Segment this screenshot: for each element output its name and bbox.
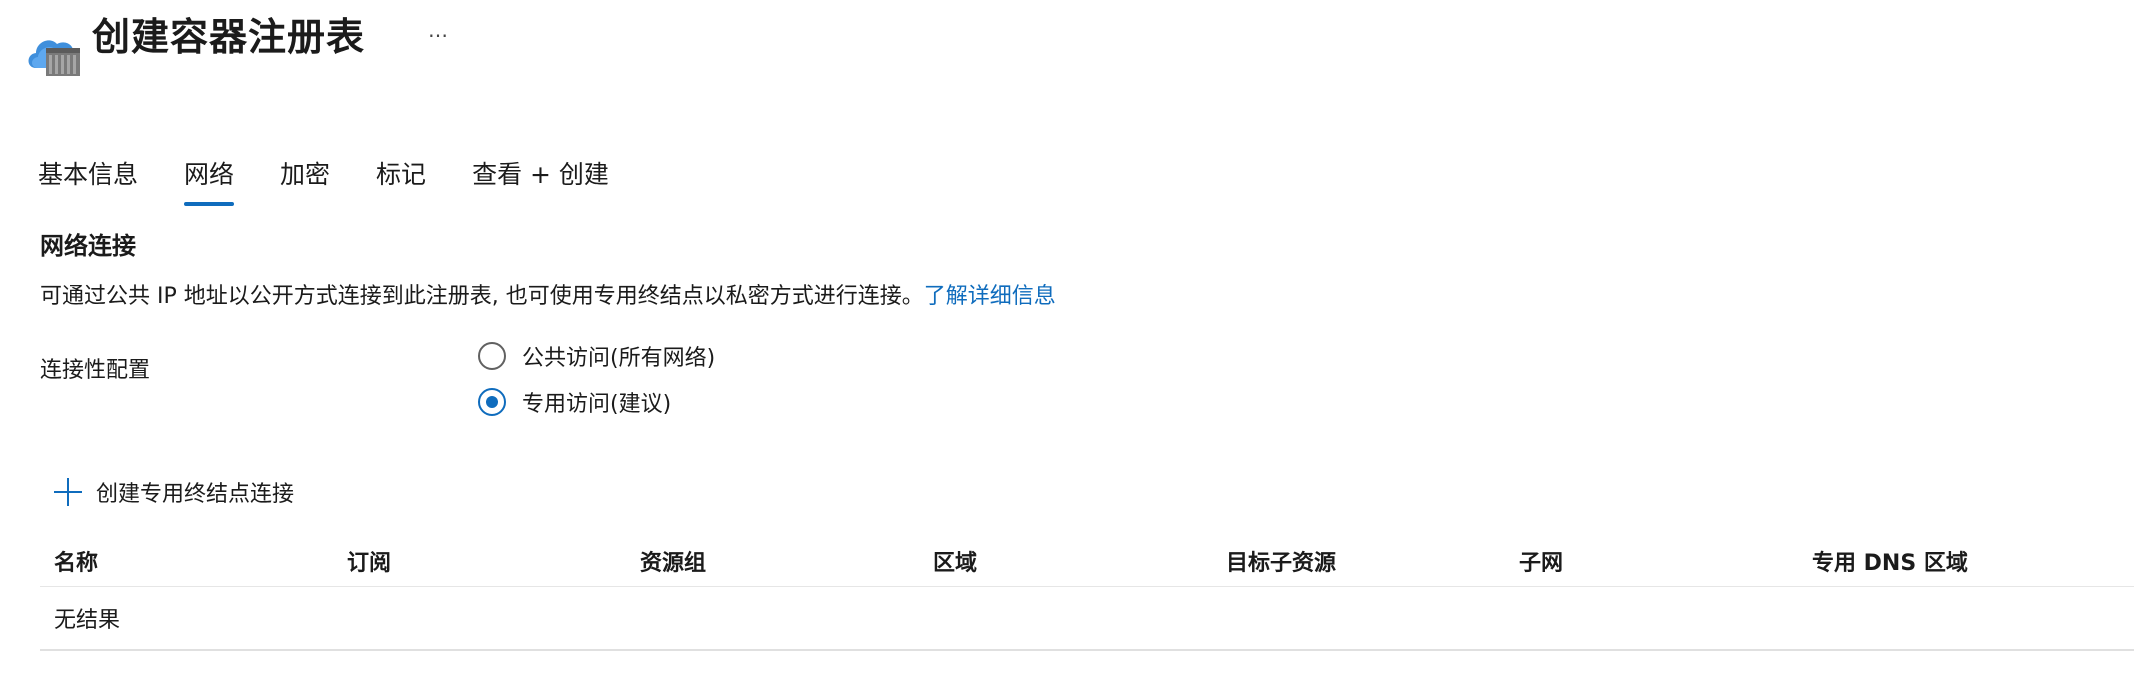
radio-public-access[interactable]: 公共访问(所有网络) (478, 340, 715, 372)
column-header-target-subresource[interactable]: 目标子资源 (1212, 545, 1505, 577)
more-options-button[interactable]: … (428, 18, 449, 42)
radio-button-selected[interactable] (478, 388, 506, 416)
section-description: 可通过公共 IP 地址以公开方式连接到此注册表, 也可使用专用终结点以私密方式进… (40, 278, 1056, 310)
container-registry-icon (24, 28, 80, 76)
section-title: 网络连接 (40, 232, 136, 260)
column-header-name[interactable]: 名称 (40, 545, 333, 577)
tab-tags[interactable]: 标记 (376, 158, 426, 206)
table-row: 无结果 (40, 587, 2134, 651)
tab-bar: 基本信息 网络 加密 标记 查看 + 创建 (38, 158, 655, 210)
column-header-region[interactable]: 区域 (919, 545, 1212, 577)
column-header-subnet[interactable]: 子网 (1505, 545, 1798, 577)
empty-state-text: 无结果 (54, 608, 121, 633)
learn-more-link[interactable]: 了解详细信息 (924, 284, 1056, 309)
radio-label: 公共访问(所有网络) (522, 346, 716, 371)
column-header-subscription[interactable]: 订阅 (333, 545, 626, 577)
private-endpoints-table: 名称 订阅 资源组 区域 目标子资源 子网 专用 DNS 区域 无结果 (40, 536, 2134, 651)
tab-basics[interactable]: 基本信息 (38, 158, 138, 206)
tab-encryption[interactable]: 加密 (280, 158, 330, 206)
table-header: 名称 订阅 资源组 区域 目标子资源 子网 专用 DNS 区域 (40, 536, 2134, 587)
radio-button[interactable] (478, 342, 506, 370)
radio-private-access[interactable]: 专用访问(建议) (478, 386, 671, 418)
add-private-endpoint-label: 创建专用终结点连接 (96, 482, 295, 507)
column-header-resource-group[interactable]: 资源组 (626, 545, 919, 577)
column-header-private-dns-zone[interactable]: 专用 DNS 区域 (1798, 545, 2134, 577)
add-private-endpoint-button[interactable]: 创建专用终结点连接 (54, 476, 294, 508)
description-text: 可通过公共 IP 地址以公开方式连接到此注册表, 也可使用专用终结点以私密方式进… (40, 284, 924, 309)
tab-networking[interactable]: 网络 (184, 158, 235, 206)
connectivity-label: 连接性配置 (40, 358, 151, 383)
radio-label: 专用访问(建议) (522, 392, 672, 417)
tab-review-create[interactable]: 查看 + 创建 (472, 158, 609, 206)
page-title: 创建容器注册表 (92, 15, 366, 59)
plus-icon (54, 478, 82, 506)
